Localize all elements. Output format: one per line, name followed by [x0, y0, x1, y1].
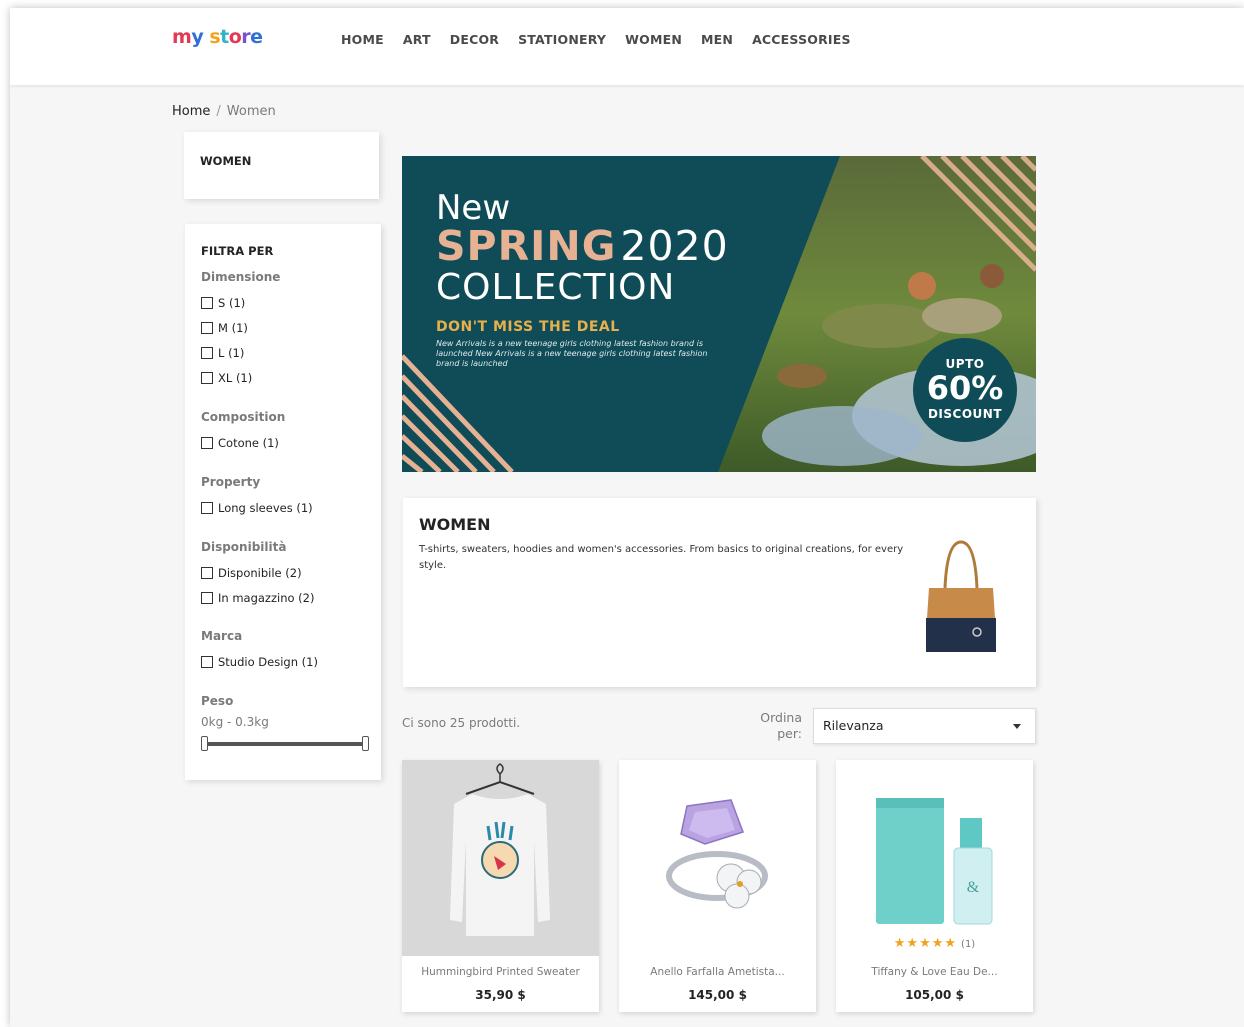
checkbox[interactable]: [201, 297, 213, 309]
filter-item-studio-design[interactable]: Studio Design (1): [201, 655, 318, 669]
product-name[interactable]: Hummingbird Printed Sweater: [402, 966, 599, 978]
filter-item-label: M (1): [218, 321, 248, 335]
nav-accessories[interactable]: ACCESSORIES: [752, 32, 851, 47]
sort-value: Rilevanza: [823, 718, 884, 733]
filter-item-size-l[interactable]: L (1): [201, 346, 244, 360]
category-description-card: WOMEN T-shirts, sweaters, hoodies and wo…: [403, 498, 1036, 687]
nav-art[interactable]: ART: [403, 32, 431, 47]
checkbox[interactable]: [201, 437, 213, 449]
product-image-sweater[interactable]: [402, 760, 599, 956]
filter-item-label: Long sleeves (1): [218, 501, 313, 515]
breadcrumb: Home / Women: [172, 104, 276, 119]
filter-group-title: Dimensione: [201, 270, 281, 284]
product-price: 105,00 $: [905, 988, 964, 1002]
checkbox[interactable]: [201, 567, 213, 579]
filter-item-size-m[interactable]: M (1): [201, 321, 248, 335]
filter-item-label: XL (1): [218, 371, 253, 385]
filter-item-size-xl[interactable]: XL (1): [201, 371, 252, 385]
filter-item-in-magazzino[interactable]: In magazzino (2): [201, 591, 314, 605]
category-tree-title[interactable]: WOMEN: [200, 154, 251, 168]
banner-spring: SPRING2020: [436, 222, 729, 270]
product-name[interactable]: Anello Farfalla Ametista...: [619, 966, 816, 978]
product-card[interactable]: Hummingbird Printed Sweater 35,90 $: [402, 760, 599, 1012]
checkbox[interactable]: [201, 502, 213, 514]
filter-item-disponibile[interactable]: Disponibile (2): [201, 566, 302, 580]
filter-item-size-s[interactable]: S (1): [201, 296, 245, 310]
filter-item-label: In magazzino (2): [218, 591, 315, 605]
product-image-perfume[interactable]: &: [836, 760, 1033, 956]
nav-decor[interactable]: DECOR: [450, 32, 499, 47]
chevron-down-icon: [1013, 724, 1021, 729]
filter-group-title: Peso: [201, 694, 234, 708]
review-count: (1): [961, 939, 976, 950]
filter-item-cotone[interactable]: Cotone (1): [201, 436, 279, 450]
star-icons: ★★★★★: [893, 936, 958, 951]
checkbox[interactable]: [201, 656, 213, 668]
product-price: 145,00 $: [688, 988, 747, 1002]
filter-item-label: L (1): [218, 346, 245, 360]
badge-percent: 60%: [926, 369, 1004, 407]
category-tree-box: WOMEN: [184, 132, 379, 199]
product-image-ring[interactable]: [619, 760, 816, 956]
filters-title: FILTRA PER: [201, 244, 274, 258]
checkbox[interactable]: [201, 372, 213, 384]
banner-collection: COLLECTION: [436, 267, 676, 308]
nav-stationery[interactable]: STATIONERY: [518, 32, 606, 47]
filter-group-title: Marca: [201, 629, 243, 643]
banner-description: New Arrivals is a new teenage girls clot…: [436, 339, 708, 368]
checkbox[interactable]: [201, 592, 213, 604]
product-rating: ★★★★★ (1): [836, 936, 1033, 951]
badge-discount: DISCOUNT: [927, 407, 1003, 421]
slider-handle-min[interactable]: [201, 736, 208, 751]
site-header: my store HOME ART DECOR STATIONERY WOMEN…: [10, 8, 1244, 85]
filter-item-label: Studio Design (1): [218, 655, 318, 669]
nav-home[interactable]: HOME: [341, 32, 384, 47]
nav-women[interactable]: WOMEN: [625, 32, 682, 47]
breadcrumb-current: Women: [226, 104, 276, 119]
weight-range-value: 0kg - 0.3kg: [201, 715, 269, 729]
filter-item-label: Disponibile (2): [218, 566, 302, 580]
filter-group-title: Property: [201, 475, 261, 489]
handbag-image: [926, 540, 996, 652]
checkbox[interactable]: [201, 322, 213, 334]
main-nav: HOME ART DECOR STATIONERY WOMEN MEN ACCE…: [341, 32, 851, 47]
filter-item-label: S (1): [218, 296, 246, 310]
svg-text:&: &: [967, 879, 980, 896]
sort-label: Ordina per:: [760, 710, 802, 741]
category-description: T-shirts, sweaters, hoodies and women's …: [419, 544, 904, 571]
product-name[interactable]: Tiffany & Love Eau De...: [836, 966, 1033, 978]
slider-handle-max[interactable]: [362, 736, 369, 751]
store-logo[interactable]: my store: [172, 26, 263, 48]
filters-panel: FILTRA PER Dimensione S (1) M (1) L (1) …: [185, 224, 381, 780]
banner-year: 2020: [620, 222, 729, 270]
filter-item-long-sleeves[interactable]: Long sleeves (1): [201, 501, 313, 515]
checkbox[interactable]: [201, 347, 213, 359]
product-card[interactable]: & ★★★★★ (1) Tiffany & Love Eau De... 105,…: [836, 760, 1033, 1012]
weight-range-slider[interactable]: [201, 736, 369, 752]
sort-select[interactable]: Rilevanza: [813, 708, 1036, 744]
product-card[interactable]: Anello Farfalla Ametista... 145,00 $: [619, 760, 816, 1012]
banner-spring-word: SPRING: [436, 222, 617, 270]
nav-men[interactable]: MEN: [701, 32, 733, 47]
product-price: 35,90 $: [475, 988, 526, 1002]
banner-deal: DON'T MISS THE DEAL: [436, 319, 620, 335]
breadcrumb-home[interactable]: Home: [172, 104, 210, 119]
browser-page: my store HOME ART DECOR STATIONERY WOMEN…: [10, 8, 1244, 1027]
promo-banner[interactable]: New SPRING2020 COLLECTION DON'T MISS THE…: [402, 156, 1036, 472]
breadcrumb-separator: /: [216, 104, 221, 119]
slider-track: [205, 742, 365, 746]
filter-group-title: Composition: [201, 410, 286, 424]
category-title: WOMEN: [419, 515, 491, 534]
filter-group-title: Disponibilità: [201, 540, 287, 554]
discount-badge: UPTO 60% DISCOUNT: [913, 338, 1017, 442]
filter-item-label: Cotone (1): [218, 436, 279, 450]
products-count: Ci sono 25 prodotti.: [402, 716, 521, 730]
